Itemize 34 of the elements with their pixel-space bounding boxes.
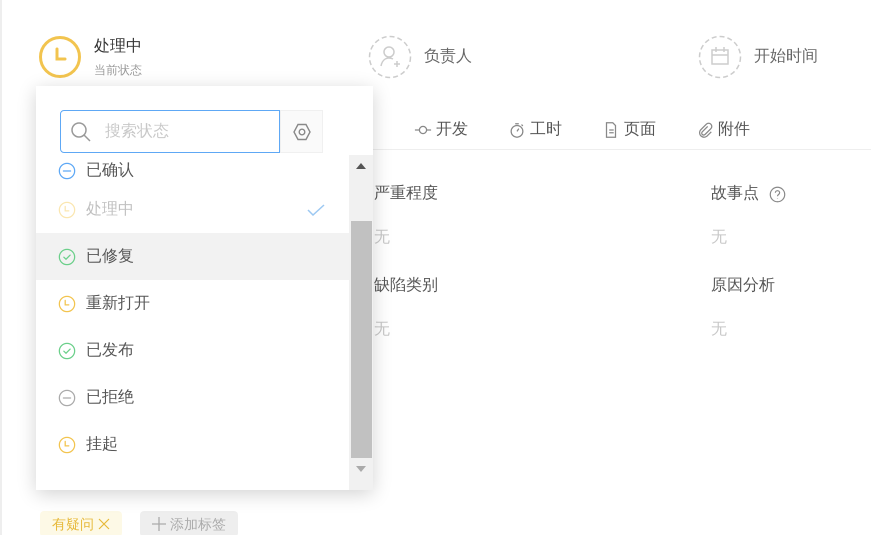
plus-icon (152, 517, 166, 531)
scroll-up-icon[interactable] (356, 163, 366, 169)
status-option[interactable]: 已确认 (36, 155, 349, 186)
field-label: 原因分析 (711, 276, 775, 296)
scrollbar[interactable] (349, 155, 373, 490)
tag: 有疑问 (40, 511, 122, 535)
help-icon[interactable] (769, 186, 786, 202)
field-label: 缺陷类别 (374, 276, 438, 296)
status-subtitle: 当前状态 (94, 62, 142, 79)
tab[interactable]: 开发 (414, 110, 468, 149)
settings-icon (292, 122, 312, 142)
start-time-label: 开始时间 (754, 46, 818, 67)
status-option[interactable]: 已发布 (36, 327, 349, 374)
paperclip-icon (696, 120, 714, 138)
scroll-down-icon[interactable] (356, 466, 366, 472)
tab[interactable]: 附件 (696, 110, 750, 149)
settings-button[interactable] (280, 110, 323, 153)
tab[interactable]: 工时 (508, 110, 562, 149)
checkmark-icon (307, 204, 325, 216)
status-title: 处理中 (94, 36, 142, 57)
search-icon (70, 121, 92, 143)
field-label: 严重程度 (374, 184, 438, 204)
field-label: 故事点 (711, 184, 759, 204)
stopwatch-icon (508, 120, 526, 138)
tab[interactable]: 页面 (602, 110, 656, 149)
status-option[interactable]: 已拒绝 (36, 374, 349, 421)
calendar-icon[interactable] (698, 35, 742, 79)
add-user-icon[interactable] (368, 35, 412, 79)
clock-icon[interactable] (38, 35, 82, 79)
assignee-label: 负责人 (424, 46, 472, 67)
status-option[interactable]: 挂起 (36, 421, 349, 468)
status-option[interactable]: 重新打开 (36, 280, 349, 327)
close-icon[interactable] (98, 518, 110, 530)
status-option[interactable]: 已修复 (36, 233, 349, 280)
